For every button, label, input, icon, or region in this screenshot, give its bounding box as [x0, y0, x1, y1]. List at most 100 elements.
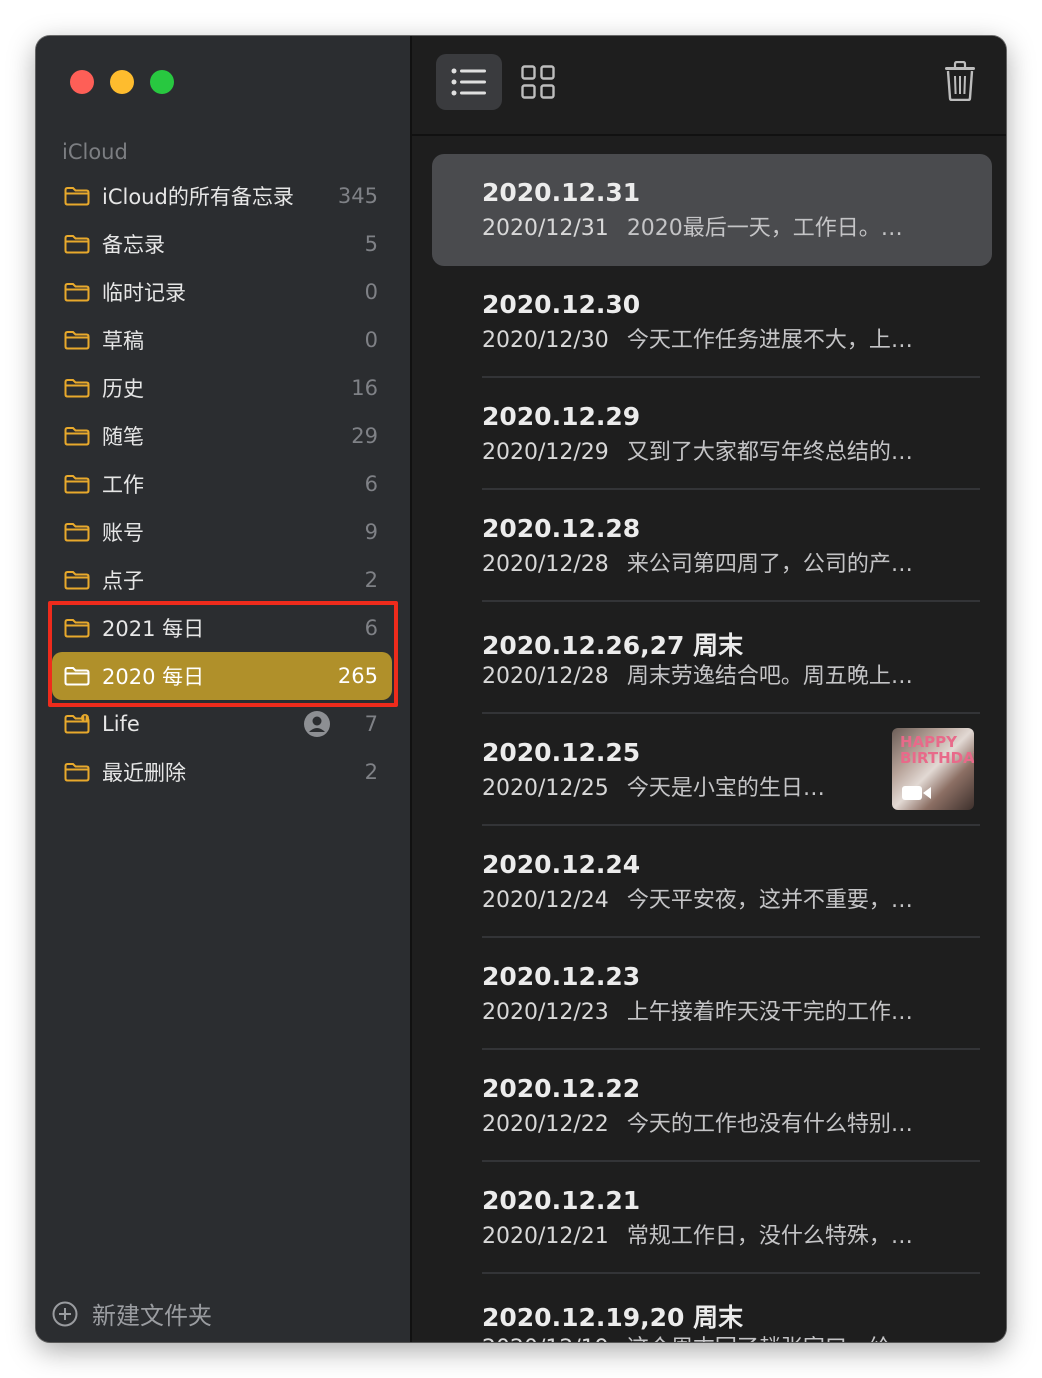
folder-count: 7	[364, 712, 378, 736]
video-camera-icon	[902, 786, 931, 800]
note-date: 2020/12/22	[482, 1112, 609, 1137]
note-preview: 今天工作任务进展不大，上…	[626, 328, 913, 353]
folder-label: 工作	[102, 473, 144, 497]
notes-window: iCloud iCloud的所有备忘录 345 备忘录 5 临时记录 0 草稿 0 历史 16 随笔…	[36, 36, 1006, 1342]
folder-label: 草稿	[102, 329, 144, 353]
folder-label: Life	[102, 712, 140, 736]
sidebar-folder-item[interactable]: 草稿 0	[52, 316, 392, 364]
sidebar-folder-item[interactable]: 备忘录 5	[52, 220, 392, 268]
note-list-item[interactable]: 2020.12.28 2020/12/28 来公司第四周了，公司的产…	[432, 490, 992, 602]
folder-label: 备忘录	[102, 233, 165, 257]
note-summary-line: 2020/12/28 周末劳逸结合吧。周五晚上…	[482, 658, 913, 690]
folder-count: 29	[351, 424, 378, 448]
note-preview: 今天是小宝的生日…	[626, 776, 825, 801]
sidebar-folder-item[interactable]: 2020 每日 265	[52, 652, 392, 700]
close-window-button[interactable]	[70, 70, 94, 94]
note-title: 2020.12.21	[482, 1186, 641, 1215]
note-list-item[interactable]: 2020.12.22 2020/12/22 今天的工作也没有什么特别…	[432, 1050, 992, 1162]
note-list-item[interactable]: 2020.12.30 2020/12/30 今天工作任务进展不大，上…	[432, 266, 992, 378]
note-preview: 这个周末回了趟张家口，给…	[627, 1336, 913, 1342]
folder-label: 2021 每日	[102, 617, 205, 641]
new-folder-label: 新建文件夹	[92, 1302, 212, 1330]
note-list-item[interactable]: 2020.12.26,27 周末 2020/12/28 周末劳逸结合吧。周五晚上…	[432, 602, 992, 714]
note-summary-line: 2020/12/23 上午接着昨天没干完的工作…	[482, 994, 913, 1026]
folder-label: 点子	[102, 569, 144, 593]
folder-count: 0	[364, 328, 378, 352]
note-summary-line: 2020/12/30 今天工作任务进展不大，上…	[482, 322, 913, 354]
sidebar-folder-item[interactable]: 点子 2	[52, 556, 392, 604]
sidebar-folder-item[interactable]: 2021 每日 6	[52, 604, 392, 652]
note-title: 2020.12.26,27 周末	[482, 631, 744, 660]
sidebar-folder-item[interactable]: 随笔 29	[52, 412, 392, 460]
note-title: 2020.12.25	[482, 738, 641, 767]
note-preview: 今天平安夜，这并不重要，…	[626, 888, 913, 913]
note-list-item[interactable]: 2020.12.25 2020/12/25 今天是小宝的生日… HAPPY BIRTH…	[432, 714, 992, 826]
note-list-item[interactable]: 2020.12.29 2020/12/29 又到了大家都写年终总结的…	[432, 378, 992, 490]
folder-label: 临时记录	[102, 281, 186, 305]
folder-icon	[64, 619, 90, 638]
note-list-item[interactable]: 2020.12.23 2020/12/23 上午接着昨天没干完的工作…	[432, 938, 992, 1050]
note-preview: 上午接着昨天没干完的工作…	[626, 1000, 913, 1025]
folder-count: 9	[364, 520, 378, 544]
delete-note-button[interactable]	[942, 58, 978, 104]
note-preview: 周末劳逸结合吧。周五晚上…	[626, 664, 913, 689]
note-summary-line: 2020/12/24 今天平安夜，这并不重要，…	[482, 882, 913, 914]
gallery-view-button[interactable]	[518, 60, 558, 104]
trash-icon	[945, 61, 975, 101]
note-summary-line: 2020/12/22 今天的工作也没有什么特别…	[482, 1106, 913, 1138]
folder-icon	[64, 283, 90, 302]
note-preview: 2020最后一天，工作日。…	[626, 216, 903, 241]
note-list-item[interactable]: 2020.12.31 2020/12/31 2020最后一天，工作日。…	[432, 154, 992, 266]
sidebar-folder-item[interactable]: 历史 16	[52, 364, 392, 412]
sidebar-folder-item[interactable]: Life 7	[52, 700, 392, 748]
folder-count: 6	[364, 616, 378, 640]
note-title: 2020.12.24	[482, 850, 641, 879]
note-preview: 又到了大家都写年终总结的…	[626, 440, 913, 465]
folder-list: iCloud的所有备忘录 345 备忘录 5 临时记录 0 草稿 0 历史 16 随笔 29 工作 6 账号…	[52, 172, 392, 796]
folder-count: 2	[364, 568, 378, 592]
sidebar: iCloud iCloud的所有备忘录 345 备忘录 5 临时记录 0 草稿 0 历史 16 随笔…	[36, 36, 412, 1342]
note-summary-line: 2020/12/28 来公司第四周了，公司的产…	[482, 546, 913, 578]
folder-count: 0	[364, 280, 378, 304]
folder-label: 最近删除	[102, 761, 186, 785]
folder-label: 随笔	[102, 425, 144, 449]
shared-person-icon	[304, 711, 330, 737]
sidebar-folder-item[interactable]: 最近删除 2	[52, 748, 392, 796]
thumbnail-text: HAPPY BIRTHDAY	[900, 733, 974, 767]
note-date: 2020/12/31	[482, 216, 609, 241]
grid-icon	[521, 65, 555, 99]
folder-count: 6	[364, 472, 378, 496]
note-summary-line: 2020/12/21 常规工作日，没什么特殊，…	[482, 1218, 913, 1250]
zoom-window-button[interactable]	[150, 70, 174, 94]
note-list-item[interactable]: 2020.12.24 2020/12/24 今天平安夜，这并不重要，…	[432, 826, 992, 938]
note-date: 2020/12/30	[482, 328, 609, 353]
folder-icon	[64, 187, 90, 206]
note-date: 2020/12/19	[482, 1336, 609, 1342]
notes-list-pane: 2020.12.31 2020/12/31 2020最后一天，工作日。… 2020.1…	[412, 36, 1006, 1342]
plus-circle-icon	[52, 1301, 78, 1326]
note-summary-line: 2020/12/25 今天是小宝的生日…	[482, 770, 825, 802]
note-title: 2020.12.23	[482, 962, 641, 991]
folder-icon	[64, 523, 90, 542]
sidebar-folder-item[interactable]: 工作 6	[52, 460, 392, 508]
sidebar-folder-item[interactable]: iCloud的所有备忘录 345	[52, 172, 392, 220]
note-date: 2020/12/23	[482, 1000, 609, 1025]
note-summary-line: 2020/12/31 2020最后一天，工作日。…	[482, 210, 903, 242]
note-summary-line: 2020/12/19 这个周末回了趟张家口，给…	[482, 1330, 913, 1342]
note-date: 2020/12/24	[482, 888, 609, 913]
list-view-button[interactable]	[436, 54, 502, 110]
folder-icon	[64, 379, 90, 398]
note-date: 2020/12/25	[482, 776, 609, 801]
folder-icon	[64, 427, 90, 446]
new-folder-button[interactable]: 新建文件夹	[52, 1296, 212, 1331]
minimize-window-button[interactable]	[110, 70, 134, 94]
sidebar-folder-item[interactable]: 临时记录 0	[52, 268, 392, 316]
note-title: 2020.12.29	[482, 402, 641, 431]
folder-label: 账号	[102, 521, 144, 545]
note-title: 2020.12.30	[482, 290, 641, 319]
note-date: 2020/12/28	[482, 664, 609, 689]
sidebar-folder-item[interactable]: 账号 9	[52, 508, 392, 556]
note-preview: 来公司第四周了，公司的产…	[626, 552, 913, 577]
note-list-item[interactable]: 2020.12.21 2020/12/21 常规工作日，没什么特殊，…	[432, 1162, 992, 1274]
note-list-item[interactable]: 2020.12.19,20 周末 2020/12/19 这个周末回了趟张家口，给…	[432, 1274, 992, 1342]
